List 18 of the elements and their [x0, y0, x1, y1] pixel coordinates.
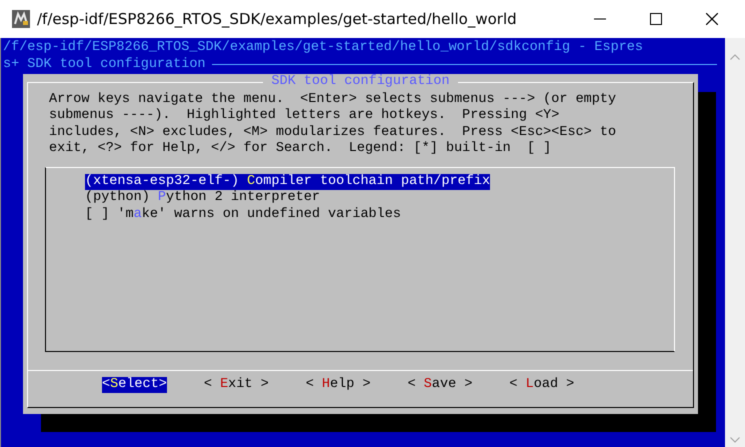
- help-text-line: includes, <N> excludes, <M> modularizes features. Press <Esc><Esc> to: [49, 124, 618, 141]
- help-text-line: submenus ----). Highlighted letters are hotkeys. Pressing <Y>: [49, 108, 560, 124]
- menu-item[interactable]: (xtensa-esp32-elf-) Compiler toolchain path/prefix: [85, 174, 490, 190]
- terminal-app-icon: [12, 10, 30, 28]
- window-title: /f/esp-idf/ESP8266_RTOS_SDK/examples/get-started/hello_world: [37, 10, 517, 28]
- help-text-line: Arrow keys navigate the menu. <Enter> selects submenus ---> (or empty: [49, 92, 618, 108]
- menu-item[interactable]: (python) Python 2 interpreter: [85, 190, 320, 206]
- close-icon[interactable]: [706, 13, 718, 25]
- dialog-button[interactable]: < Exit >: [204, 376, 269, 393]
- menu-item[interactable]: [ ] 'make' warns on undefined variables: [85, 206, 401, 223]
- dialog-button[interactable]: < Load >: [509, 376, 574, 393]
- terminal-header-line: s+ SDK tool configuration: [2, 56, 206, 73]
- maximize-icon[interactable]: [650, 13, 662, 25]
- dialog-button[interactable]: < Save >: [408, 376, 472, 393]
- help-text-line: exit, <?> for Help, </> for Search. Legend: [*] built-in [ ]: [49, 141, 552, 158]
- terminal-header-line: /f/esp-idf/ESP8266_RTOS_SDK/examples/get-started/hello_world/sdkconfig - Espres: [2, 40, 644, 56]
- dialog-button[interactable]: <Select>: [102, 376, 167, 393]
- dialog-button[interactable]: < Help >: [306, 376, 371, 393]
